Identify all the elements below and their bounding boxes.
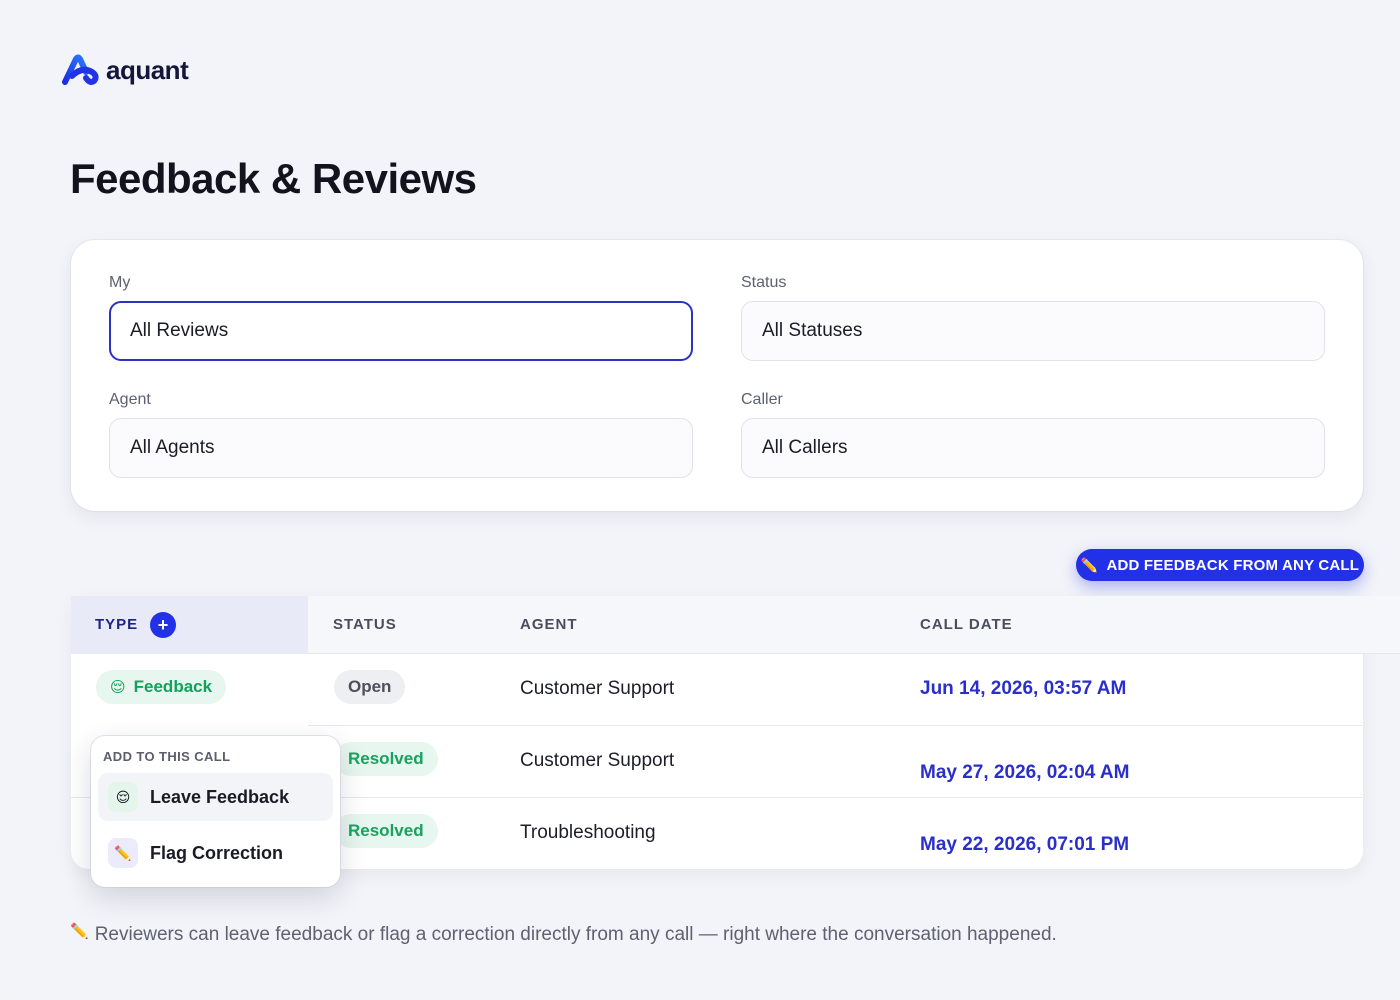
menu-item-leave-feedback[interactable]: 😌 Leave Feedback bbox=[98, 773, 333, 821]
filter-status-label: Status bbox=[741, 274, 787, 291]
column-header-agent[interactable]: AGENT bbox=[520, 616, 578, 633]
agent-cell: Customer Support bbox=[520, 750, 675, 771]
filter-caller-label: Caller bbox=[741, 391, 783, 408]
type-badge-feedback[interactable]: 😌 Feedback bbox=[96, 670, 227, 704]
filter-caller: Caller All Callers bbox=[741, 391, 1325, 478]
type-badge-label: Feedback bbox=[133, 677, 213, 696]
face-icon: 😌 bbox=[108, 782, 138, 812]
brand-logo[interactable]: aquant bbox=[62, 54, 189, 86]
column-header-type[interactable]: TYPE bbox=[95, 616, 138, 633]
add-feedback-button[interactable]: ✏️ ADD FEEDBACK FROM ANY CALL bbox=[1076, 549, 1364, 581]
column-header-status[interactable]: STATUS bbox=[333, 616, 397, 633]
type-cell: 😌 Feedback bbox=[71, 654, 308, 726]
page-title: Feedback & Reviews bbox=[70, 155, 477, 202]
pencil-icon: ✏️ bbox=[108, 838, 138, 868]
menu-item-label: Leave Feedback bbox=[150, 786, 290, 807]
add-to-call-menu: ADD TO THIS CALL 😌 Leave Feedback ✏️ Fla… bbox=[91, 736, 340, 887]
footnote: ✏️ Reviewers can leave feedback or flag … bbox=[70, 923, 1057, 946]
table-row[interactable]: 😌 Feedback Open Customer Support Jun 14,… bbox=[71, 654, 1363, 726]
status-badge: Resolved bbox=[334, 814, 438, 848]
pencil-icon: ✏️ bbox=[1080, 556, 1099, 573]
agent-cell: Troubleshooting bbox=[520, 822, 656, 843]
filter-my: My All Reviews bbox=[109, 274, 693, 361]
brand-name: aquant bbox=[106, 54, 189, 85]
filter-my-label: My bbox=[109, 274, 131, 291]
call-date-link[interactable]: Jun 14, 2026, 03:57 AM bbox=[920, 678, 1126, 700]
menu-item-flag-correction[interactable]: ✏️ Flag Correction bbox=[98, 829, 333, 877]
pencil-icon: ✏️ bbox=[70, 923, 89, 940]
call-date-link[interactable]: May 27, 2026, 02:04 AM bbox=[920, 762, 1129, 784]
add-feedback-label: ADD FEEDBACK FROM ANY CALL bbox=[1106, 556, 1360, 574]
filter-status: Status All Statuses bbox=[741, 274, 1325, 361]
add-type-button[interactable]: + bbox=[150, 612, 176, 638]
menu-item-label: Flag Correction bbox=[150, 842, 284, 863]
agent-cell: Customer Support bbox=[520, 678, 675, 699]
filter-my-select[interactable]: All Reviews bbox=[109, 301, 693, 361]
app-frame: aquant Feedback & Reviews My All Reviews… bbox=[0, 0, 1400, 1000]
status-badge: Resolved bbox=[334, 742, 438, 776]
column-header-call-date[interactable]: CALL DATE bbox=[920, 616, 1013, 633]
filter-caller-select[interactable]: All Callers bbox=[741, 418, 1325, 478]
face-icon: 😌 bbox=[110, 679, 126, 696]
footnote-text: Reviewers can leave feedback or flag a c… bbox=[94, 924, 1057, 945]
filter-agent-label: Agent bbox=[109, 391, 151, 408]
status-badge: Open bbox=[334, 670, 406, 704]
table-header: TYPE + STATUS AGENT CALL DATE bbox=[71, 596, 1400, 654]
filter-agent-select[interactable]: All Agents bbox=[109, 418, 693, 478]
filter-status-select[interactable]: All Statuses bbox=[741, 301, 1325, 361]
filter-agent: Agent All Agents bbox=[109, 391, 693, 478]
aquant-logo-icon bbox=[62, 54, 99, 85]
menu-title: ADD TO THIS CALL bbox=[103, 749, 231, 764]
call-date-link[interactable]: May 22, 2026, 07:01 PM bbox=[920, 834, 1129, 856]
filter-card: My All Reviews Status All Statuses Agent… bbox=[71, 240, 1363, 511]
